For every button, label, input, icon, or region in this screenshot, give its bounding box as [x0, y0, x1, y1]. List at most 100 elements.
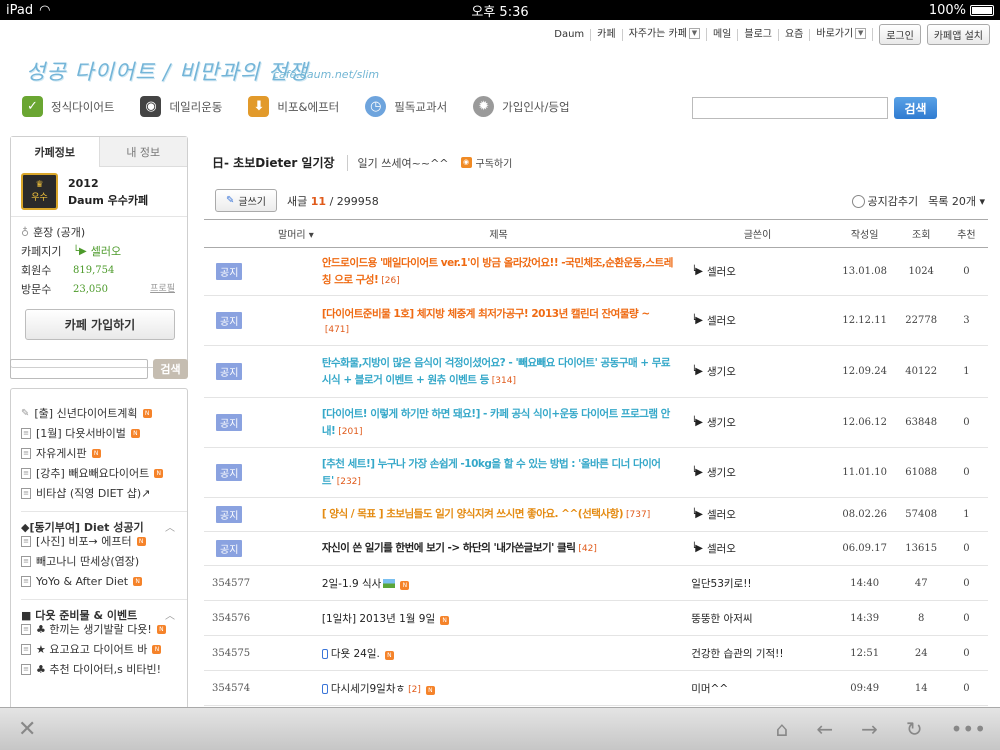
- author[interactable]: └▶ 셀러오: [691, 507, 832, 522]
- join-cafe-button[interactable]: 카페 가입하기: [25, 309, 175, 340]
- notice-row[interactable]: 공지 자신이 쓴 일기를 한번에 보기 -> 하단의 '내가쓴글보기' 클릭 [42…: [204, 531, 988, 566]
- menu-daily-exercise[interactable]: ◉ 데일리운동: [140, 96, 222, 117]
- author[interactable]: 미머^^: [691, 681, 832, 696]
- sidemenu-item[interactable]: ≡ 자유게시판 N: [21, 443, 187, 463]
- nav-shortcuts[interactable]: 바로가기 ▼: [810, 28, 874, 41]
- recommend-count: 0: [944, 670, 988, 706]
- nav-trends[interactable]: 요즘: [779, 28, 811, 41]
- nav-cafe[interactable]: 카페: [591, 28, 623, 41]
- table-row[interactable]: 354574 다시세기9일차ㅎ [2] N 미머^^ 09:49 14 0: [204, 670, 988, 706]
- author[interactable]: 건강한 습관의 기적!!: [691, 646, 832, 661]
- sidemenu-item[interactable]: ≡ ★ 요고요고 다이어트 바 N: [21, 639, 187, 659]
- reload-icon[interactable]: ↻: [906, 717, 923, 741]
- nav-daum[interactable]: Daum: [548, 28, 592, 41]
- post-subject-link[interactable]: [추천 세트!] 누구나 가장 손쉽게 -10kg을 할 수 있는 방법 : '…: [322, 458, 661, 487]
- more-icon[interactable]: •••: [951, 717, 986, 741]
- view-count: 57408: [897, 497, 945, 532]
- post-subject-link[interactable]: 자신이 쓴 일기를 한번에 보기 -> 하단의 '내가쓴글보기' 클릭: [322, 542, 576, 554]
- author[interactable]: └▶ 생기오: [691, 415, 832, 430]
- sidemenu-item[interactable]: ≡ YoYo & After Diet N: [21, 571, 187, 591]
- sidemenu-item[interactable]: ≡ [강추] 빼요빼요다이어트 N: [21, 463, 187, 483]
- dropdown-icon[interactable]: ▼: [688, 28, 700, 40]
- sidemenu-item[interactable]: ≡ ♣ 추천 다이어터,s 비타빈!: [21, 659, 187, 679]
- clock: 오후 5:36: [471, 4, 529, 20]
- table-row[interactable]: 354577 2일-1.9 식사 N 일단53키로!! 14:40 47 0: [204, 565, 988, 601]
- post-subject-link[interactable]: 다시세기9일차ㅎ: [331, 683, 405, 695]
- subscribe-link[interactable]: ◉ 구독하기: [460, 155, 512, 170]
- collapse-icon[interactable]: ︿: [165, 607, 175, 622]
- notice-row[interactable]: 공지 [다이어트! 이렇게 하기만 하면 돼요!] - 카페 공식 식이+운동 다…: [204, 397, 988, 448]
- search-input[interactable]: [692, 97, 888, 119]
- nav-blog[interactable]: 블로그: [738, 28, 779, 41]
- sidemenu-group-success[interactable]: ◆[동기부여] Diet 성공기 ︿: [21, 511, 187, 534]
- post-subject-link[interactable]: 2일-1.9 식사: [322, 578, 382, 590]
- side-search-button[interactable]: 검색: [153, 359, 188, 379]
- notice-row[interactable]: 공지 탄수화물,지방이 많은 음식이 걱정이셨어요? - '빼요빼요 다이어트' …: [204, 345, 988, 398]
- post-subject-link[interactable]: 다욧 24일.: [331, 648, 380, 660]
- checkbox-icon[interactable]: [851, 195, 865, 208]
- comment-count[interactable]: [26]: [381, 276, 399, 286]
- side-search-input[interactable]: [10, 359, 148, 379]
- comment-count[interactable]: [314]: [492, 376, 516, 386]
- tab-cafe-info[interactable]: 카페정보: [11, 137, 99, 167]
- menu-greeting[interactable]: ✹ 가입인사/등업: [473, 96, 570, 117]
- author[interactable]: 뚱뚱한 아저씨: [691, 611, 832, 626]
- comment-count[interactable]: [737]: [626, 510, 650, 520]
- list-size-select[interactable]: 목록 20개 ▾: [928, 193, 985, 209]
- post-subject-link[interactable]: [다이어트! 이렇게 하기만 하면 돼요!] - 카페 공식 식이+운동 다이어…: [322, 408, 671, 437]
- sidemenu-item[interactable]: ≡ 비타샵 (직영 DIET 샵)↗: [21, 483, 187, 503]
- author[interactable]: 일단53키로!!: [691, 576, 832, 591]
- post-subject-link[interactable]: 안드로이드용 '매일다이어트 ver.1'이 방금 올라갔어요!! -국민체조,…: [322, 257, 674, 286]
- tab-my-info[interactable]: 내 정보: [98, 137, 187, 167]
- post-subject-link[interactable]: [1일차] 2013년 1월 9일: [322, 613, 435, 625]
- post-subject-link[interactable]: [ 양식 / 목표 ] 초보님들도 일기 양식지켜 쓰시면 좋아요. ^^(선택…: [322, 508, 624, 520]
- author[interactable]: └▶ 셀러오: [691, 264, 832, 279]
- comment-count[interactable]: [471]: [325, 325, 349, 335]
- notice-row[interactable]: 공지 [다이어트준비물 1호] 체지방 체중계 최저가공구! 2013년 캘린더 …: [204, 295, 988, 346]
- sidemenu-item[interactable]: ≡ 빼고나니 딴세상(염장): [21, 551, 187, 571]
- menu-formal-diet[interactable]: ✓ 정식다이어트: [22, 96, 114, 117]
- gear-icon: ✹: [473, 96, 495, 117]
- author[interactable]: └▶ 셀러오: [691, 541, 832, 556]
- notice-row[interactable]: 공지 [ 양식 / 목표 ] 초보님들도 일기 양식지켜 쓰시면 좋아요. ^^(…: [204, 497, 988, 532]
- install-app-button[interactable]: 카페앱 설치: [926, 24, 990, 45]
- search-button[interactable]: 검색: [894, 97, 937, 119]
- cafe-logo[interactable]: 성공 다이어트 / 비만과의 전쟁: [26, 56, 309, 86]
- comment-count[interactable]: [2]: [408, 685, 421, 695]
- close-icon[interactable]: ✕: [18, 717, 36, 742]
- sidemenu-item[interactable]: ≡ ♣ 한끼는 생기발랄 다욧! N: [21, 619, 187, 639]
- collapse-icon[interactable]: ︿: [165, 519, 175, 534]
- menu-before-after[interactable]: ⬇ 비포&에프터: [248, 96, 339, 117]
- home-icon[interactable]: ⌂: [776, 717, 789, 741]
- notice-cell: 공지: [204, 247, 314, 296]
- menu-textbook[interactable]: ◷ 필독교과서: [365, 96, 447, 117]
- forward-arrow-icon[interactable]: →: [861, 717, 878, 741]
- sidemenu-label: ♣ 한끼는 생기발랄 다욧!: [36, 623, 152, 636]
- table-row[interactable]: 354576 [1일차] 2013년 1월 9일 N 뚱뚱한 아저씨 14:39 8 0: [204, 600, 988, 636]
- comment-count[interactable]: [232]: [337, 477, 361, 487]
- author[interactable]: └▶ 생기오: [691, 465, 832, 480]
- dropdown-icon[interactable]: ▼: [855, 28, 867, 40]
- notice-row[interactable]: 공지 [추천 세트!] 누구나 가장 손쉽게 -10kg을 할 수 있는 방법 :…: [204, 447, 988, 498]
- members-label: 회원수: [21, 264, 52, 277]
- write-button[interactable]: ✎ 글쓰기: [215, 189, 277, 212]
- sidemenu-item[interactable]: ≡ [1월] 다욧서바이벌 N: [21, 423, 187, 443]
- back-arrow-icon[interactable]: ←: [816, 717, 833, 741]
- hide-notice-toggle[interactable]: 공지감추기: [851, 193, 918, 209]
- sidemenu-item[interactable]: ≡ [사진] 비포→ 에프터 N: [21, 531, 187, 551]
- comment-count[interactable]: [201]: [338, 427, 362, 437]
- login-button[interactable]: 로그인: [879, 24, 921, 45]
- nav-favorite-cafe[interactable]: 자주가는 카페 ▼: [623, 28, 707, 41]
- sidemenu-item[interactable]: ✎ [출] 신년다이어트계획 N: [21, 403, 187, 423]
- profile-link[interactable]: 프로필: [150, 280, 175, 299]
- sidemenu-group-events[interactable]: ■ 다욧 준비물 & 이벤트 ︿: [21, 599, 187, 622]
- table-row[interactable]: 354575 다욧 24일. N 건강한 습관의 기적!! 12:51 24 0: [204, 635, 988, 671]
- notice-row[interactable]: 공지 안드로이드용 '매일다이어트 ver.1'이 방금 올라갔어요!! -국민체…: [204, 247, 988, 296]
- author[interactable]: └▶ 셀러오: [691, 313, 832, 328]
- author[interactable]: └▶ 생기오: [691, 364, 832, 379]
- post-subject-link[interactable]: [다이어트준비물 1호] 체지방 체중계 최저가공구! 2013년 캘린더 잔여…: [322, 308, 650, 320]
- header-category[interactable]: 말머리 ▾: [204, 219, 314, 248]
- comment-count[interactable]: [42]: [578, 544, 596, 554]
- nav-mail[interactable]: 메일: [707, 28, 739, 41]
- keeper-name[interactable]: 셀러오: [91, 242, 121, 261]
